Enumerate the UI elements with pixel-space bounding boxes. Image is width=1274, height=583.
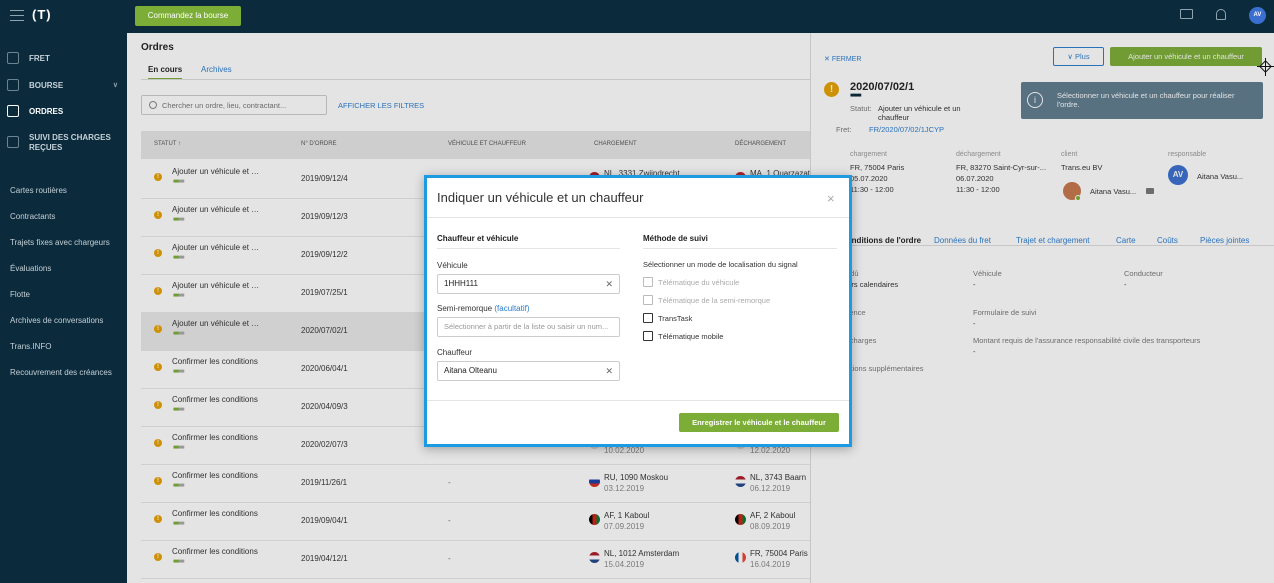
clear-icon[interactable]: ✕	[605, 275, 613, 293]
checkbox-icon	[643, 331, 653, 341]
tracking-icon	[7, 136, 19, 148]
messenger-icon[interactable]	[1180, 9, 1193, 19]
modal-footer-divider	[427, 400, 849, 401]
hamburger-menu-icon[interactable]	[10, 10, 24, 21]
sidebar-link-fleet[interactable]: Flotte	[10, 290, 30, 299]
bell-icon[interactable]	[1216, 9, 1226, 20]
tracking-description: Sélectionner un mode de localisation du …	[643, 260, 798, 269]
sidebar-link-trans-info[interactable]: Trans.INFO	[10, 342, 51, 351]
clear-icon[interactable]: ✕	[605, 362, 613, 380]
save-vehicle-driver-button[interactable]: Enregistrer le véhicule et le chauffeur	[679, 413, 839, 432]
sidebar-link-fixed-routes[interactable]: Trajets fixes avec chargeurs	[10, 238, 110, 247]
close-icon[interactable]: ×	[827, 191, 835, 206]
checkbox-icon	[643, 295, 653, 305]
link-icon	[7, 105, 19, 117]
optional-hint: (facultatif)	[494, 304, 530, 313]
sidebar-item-label: ORDRES	[29, 107, 64, 116]
sidebar-item-label: FRET	[29, 54, 50, 63]
exchange-icon	[7, 79, 19, 91]
driver-value: Aitana Olteanu	[444, 366, 497, 375]
sidebar-item-tracking[interactable]: SUIVI DES CHARGES REÇUES	[0, 131, 127, 159]
sidebar-item-orders[interactable]: ORDRES	[0, 100, 127, 124]
sidebar-link-debt-collection[interactable]: Recouvrement des créances	[10, 368, 112, 377]
chevron-down-icon: ∨	[112, 82, 118, 89]
trailer-label-text: Semi-remorque	[437, 304, 493, 313]
sidebar: FRET BOURSE ∨ ORDRES SUIVI DES CHARGES R…	[0, 33, 127, 583]
trailer-field-label: Semi-remorque (facultatif)	[437, 304, 530, 313]
tracking-section-title: Méthode de suivi	[643, 234, 708, 243]
checkbox-icon	[643, 313, 653, 323]
assign-vehicle-driver-modal: Indiquer un véhicule et un chauffeur × C…	[424, 175, 852, 447]
vehicle-field-label: Véhicule	[437, 261, 468, 270]
driver-field-label: Chauffeur	[437, 348, 472, 357]
driver-vehicle-section-title: Chauffeur et véhicule	[437, 234, 519, 243]
sidebar-link-maps[interactable]: Cartes routières	[10, 186, 67, 195]
sidebar-link-conversation-archives[interactable]: Archives de conversations	[10, 316, 103, 325]
vehicle-value: 1HHH111	[444, 279, 478, 288]
modal-divider	[427, 217, 849, 218]
app-logo[interactable]: (T)	[32, 7, 52, 22]
sidebar-item-label: SUIVI DES CHARGES REÇUES	[29, 133, 111, 152]
sidebar-link-contractors[interactable]: Contractants	[10, 212, 55, 221]
driver-select[interactable]: Aitana Olteanu ✕	[437, 361, 620, 381]
sidebar-item-exchange[interactable]: BOURSE ∨	[0, 74, 127, 98]
checkbox-label: TransTask	[658, 314, 693, 323]
sidebar-item-freight[interactable]: FRET	[0, 47, 127, 71]
modal-title: Indiquer un véhicule et un chauffeur	[437, 190, 644, 205]
checkbox-label: Télématique de la semi-remorque	[658, 296, 771, 305]
top-bar: (T) Commandez la bourse AV	[0, 0, 1274, 33]
user-avatar[interactable]: AV	[1249, 7, 1266, 24]
section-divider	[437, 248, 620, 249]
checkbox-label: Télématique mobile	[658, 332, 724, 341]
checkbox-label: Télématique du véhicule	[658, 278, 740, 287]
freight-icon	[7, 52, 19, 64]
vehicle-select[interactable]: 1HHH111 ✕	[437, 274, 620, 294]
section-divider	[643, 248, 837, 249]
trailer-select[interactable]: Sélectionner à partir de la liste ou sai…	[437, 317, 620, 337]
sidebar-item-label: BOURSE	[29, 81, 64, 90]
sidebar-link-ratings[interactable]: Évaluations	[10, 264, 51, 273]
order-exchange-button[interactable]: Commandez la bourse	[135, 6, 241, 26]
checkbox-icon	[643, 277, 653, 287]
cursor-icon	[1257, 58, 1274, 76]
